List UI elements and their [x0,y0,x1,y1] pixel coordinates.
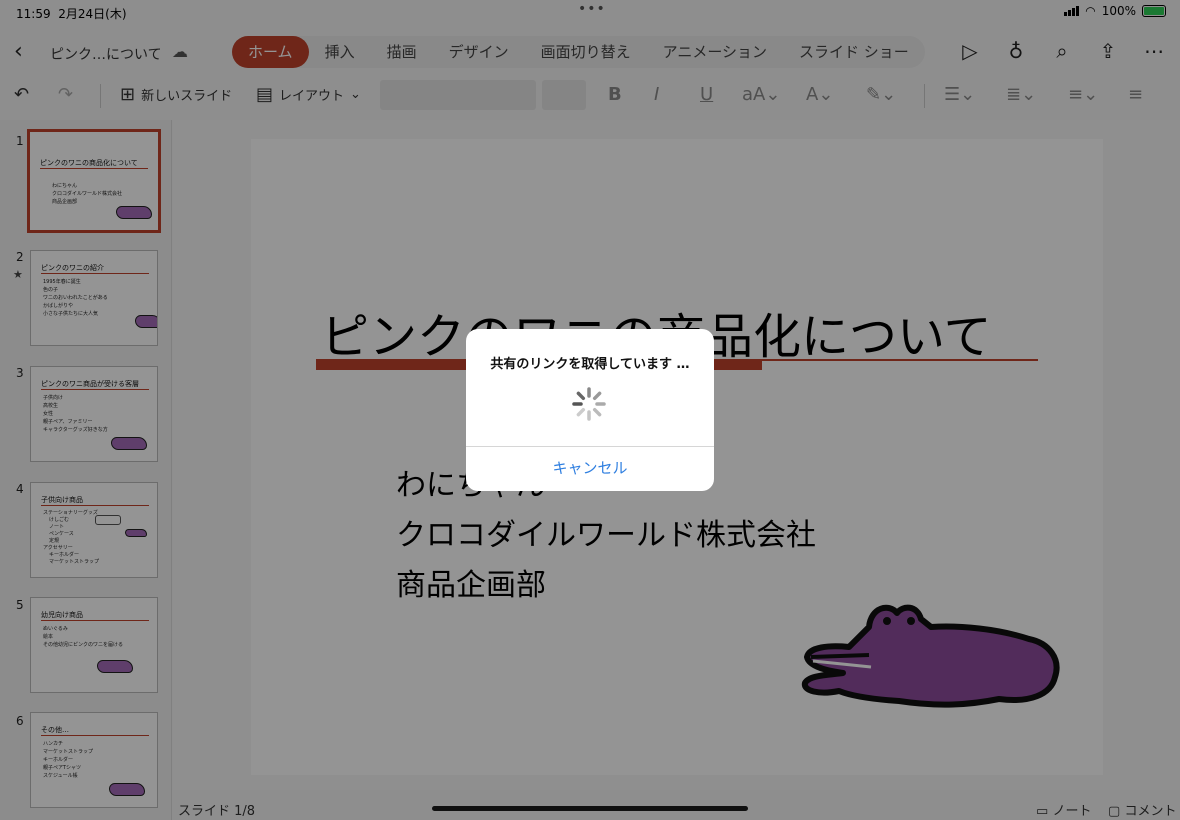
loading-dialog: 共有のリンクを取得しています … キャンセル [466,329,714,491]
dialog-message: 共有のリンクを取得しています … [490,357,690,372]
loading-spinner-icon [572,387,606,421]
cancel-button[interactable]: キャンセル [466,446,714,491]
